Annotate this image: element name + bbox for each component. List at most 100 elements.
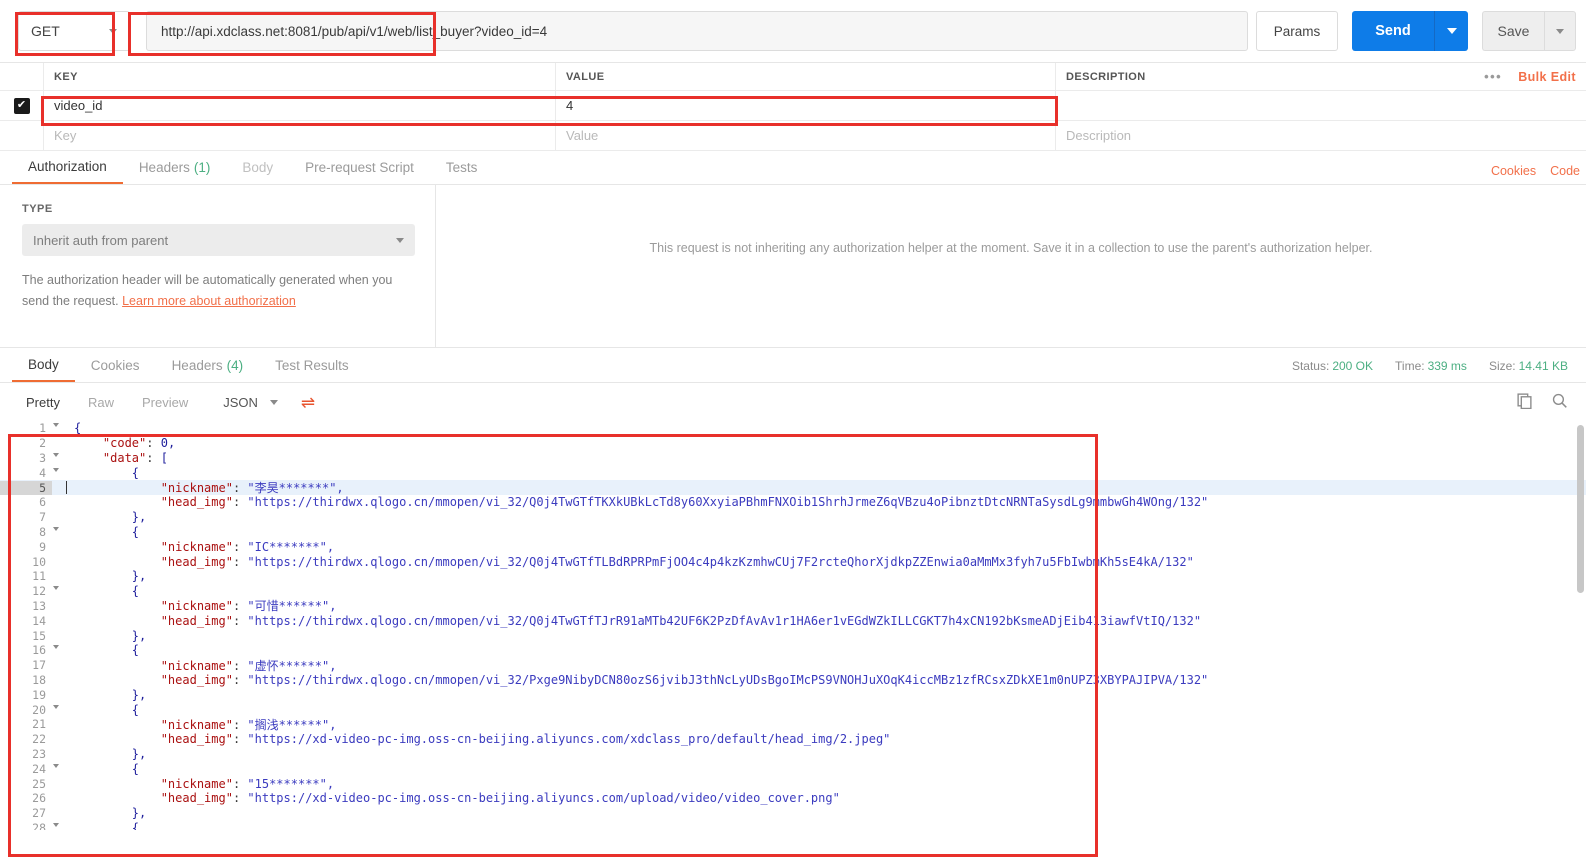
param-row-checkbox[interactable]: ✔ — [0, 91, 44, 121]
cookies-link[interactable]: Cookies — [1491, 164, 1536, 178]
tab-response-cookies[interactable]: Cookies — [75, 349, 156, 382]
fold-arrow-icon[interactable] — [53, 467, 59, 472]
param-value-input[interactable]: 4 — [556, 91, 1056, 121]
fold-arrow-icon[interactable] — [53, 645, 59, 650]
auth-type-select[interactable]: Inherit auth from parent — [22, 224, 415, 256]
authorization-panel: TYPE Inherit auth from parent The author… — [0, 185, 1586, 347]
format-raw[interactable]: Raw — [74, 395, 128, 410]
size-value: 14.41 KB — [1518, 359, 1568, 373]
response-body-code[interactable]: 1{2 "code": 0, 3 "data": [4 {5 "nickname"… — [0, 421, 1586, 830]
code-line: 15 }, — [0, 628, 1586, 643]
code-text: { — [74, 820, 140, 830]
format-preview[interactable]: Preview — [128, 395, 202, 410]
copy-icon[interactable] — [1516, 392, 1533, 409]
line-number: 16 — [0, 643, 59, 658]
code-text: { — [74, 465, 140, 480]
learn-more-link[interactable]: Learn more about authorization — [122, 294, 296, 308]
checkbox-checked-icon: ✔ — [13, 97, 30, 114]
code-line: 5 "nickname": "李昊*******", — [0, 480, 1586, 495]
line-number: 13 — [0, 598, 52, 613]
code-text: }, — [74, 628, 147, 643]
tab-tests[interactable]: Tests — [430, 151, 494, 184]
format-pretty[interactable]: Pretty — [12, 395, 74, 410]
code-text: }, — [74, 806, 147, 821]
tab-response-headers[interactable]: Headers (4) — [156, 349, 260, 382]
param-description-input-empty[interactable]: Description — [1056, 121, 1586, 151]
tab-test-results[interactable]: Test Results — [259, 349, 365, 382]
fold-arrow-icon[interactable] — [53, 763, 59, 768]
fold-arrow-icon[interactable] — [53, 704, 59, 709]
code-link[interactable]: Code — [1550, 164, 1580, 178]
time-badge: Time: 339 ms — [1395, 359, 1467, 373]
code-line: 3 "data": [ — [0, 450, 1586, 466]
param-value-input-empty[interactable]: Value — [556, 121, 1056, 151]
bulk-edit-link[interactable]: Bulk Edit — [1518, 70, 1576, 84]
time-value: 339 ms — [1427, 359, 1467, 373]
save-button[interactable]: Save — [1482, 11, 1544, 51]
http-method-label: GET — [31, 23, 60, 39]
chevron-down-icon — [1446, 28, 1457, 34]
line-number: 20 — [0, 702, 59, 717]
code-line: 13 "nickname": "可惜******", — [0, 598, 1586, 613]
code-text: "head_img": "https://xd-video-pc-img.oss… — [160, 732, 891, 747]
code-line: 11 }, — [0, 569, 1586, 584]
line-number: 10 — [0, 554, 52, 569]
tab-response-body[interactable]: Body — [12, 349, 75, 382]
param-row-checkbox-empty[interactable] — [0, 121, 44, 151]
code-text: "head_img": "https://thirdwx.qlogo.cn/mm… — [160, 495, 1209, 510]
code-line: 21 "nickname": "搁浅******", — [0, 717, 1586, 732]
search-icon[interactable] — [1551, 392, 1568, 409]
auth-inherit-note: This request is not inheriting any autho… — [649, 241, 1373, 255]
status-badge: Status: 200 OK — [1291, 359, 1374, 373]
fold-arrow-icon[interactable] — [53, 423, 59, 428]
code-line: 14 "head_img": "https://thirdwx.qlogo.cn… — [0, 613, 1586, 628]
code-text: { — [74, 761, 140, 776]
fold-arrow-icon[interactable] — [53, 822, 59, 827]
language-label: JSON — [223, 394, 258, 410]
param-description-input[interactable] — [1056, 91, 1586, 121]
line-number: 9 — [0, 539, 52, 554]
word-wrap-icon[interactable]: ⇌ — [301, 394, 315, 411]
tab-pre-request-script[interactable]: Pre-request Script — [289, 151, 430, 184]
params-button-label: Params — [1273, 23, 1321, 39]
code-line: 25 "nickname": "15*******", — [0, 776, 1586, 791]
more-options-icon[interactable]: ••• — [1484, 69, 1502, 84]
request-tabs-links: Cookies Code — [1491, 164, 1580, 178]
save-button-group: Save — [1482, 11, 1576, 51]
code-line: 6 "head_img": "https://thirdwx.qlogo.cn/… — [0, 495, 1586, 510]
auth-description: The authorization header will be automat… — [22, 270, 412, 311]
chevron-down-icon — [1556, 28, 1564, 34]
tab-authorization[interactable]: Authorization — [12, 151, 123, 184]
line-number: 27 — [0, 806, 52, 821]
code-line: 22 "head_img": "https://xd-video-pc-img.… — [0, 732, 1586, 747]
param-key-input-empty[interactable]: Key — [44, 121, 556, 151]
line-number: 15 — [0, 628, 52, 643]
tab-body[interactable]: Body — [226, 151, 289, 184]
line-number: 8 — [0, 524, 59, 539]
http-method-selector[interactable]: GET — [18, 11, 130, 51]
param-key-input[interactable]: video_id — [44, 91, 556, 121]
fold-arrow-icon[interactable] — [53, 586, 59, 591]
line-number: 4 — [0, 465, 59, 480]
fold-arrow-icon[interactable] — [53, 526, 59, 531]
tab-headers[interactable]: Headers (1) — [123, 151, 227, 184]
save-options-button[interactable] — [1544, 11, 1576, 51]
line-number: 25 — [0, 776, 52, 791]
send-button[interactable]: Send — [1352, 11, 1434, 51]
code-scrollbar[interactable] — [1577, 425, 1584, 593]
code-text: "head_img": "https://thirdwx.qlogo.cn/mm… — [160, 613, 1202, 628]
line-number: 24 — [0, 761, 59, 776]
line-number: 2 — [0, 436, 52, 451]
send-options-button[interactable] — [1434, 11, 1468, 51]
chevron-down-icon — [109, 28, 117, 34]
request-url-field[interactable]: http://api.xdclass.net:8081/pub/api/v1/w… — [146, 11, 1248, 51]
code-line: 10 "head_img": "https://thirdwx.qlogo.cn… — [0, 554, 1586, 569]
line-number: 14 — [0, 613, 52, 628]
params-button[interactable]: Params — [1256, 11, 1338, 51]
code-line: 17 "nickname": "虚怀******", — [0, 658, 1586, 673]
language-select[interactable]: JSON — [214, 391, 287, 414]
fold-arrow-icon[interactable] — [53, 452, 59, 457]
code-text: }, — [74, 746, 147, 761]
params-header-value: VALUE — [556, 63, 1056, 91]
response-format-bar: Pretty Raw Preview JSON ⇌ — [0, 383, 1586, 421]
